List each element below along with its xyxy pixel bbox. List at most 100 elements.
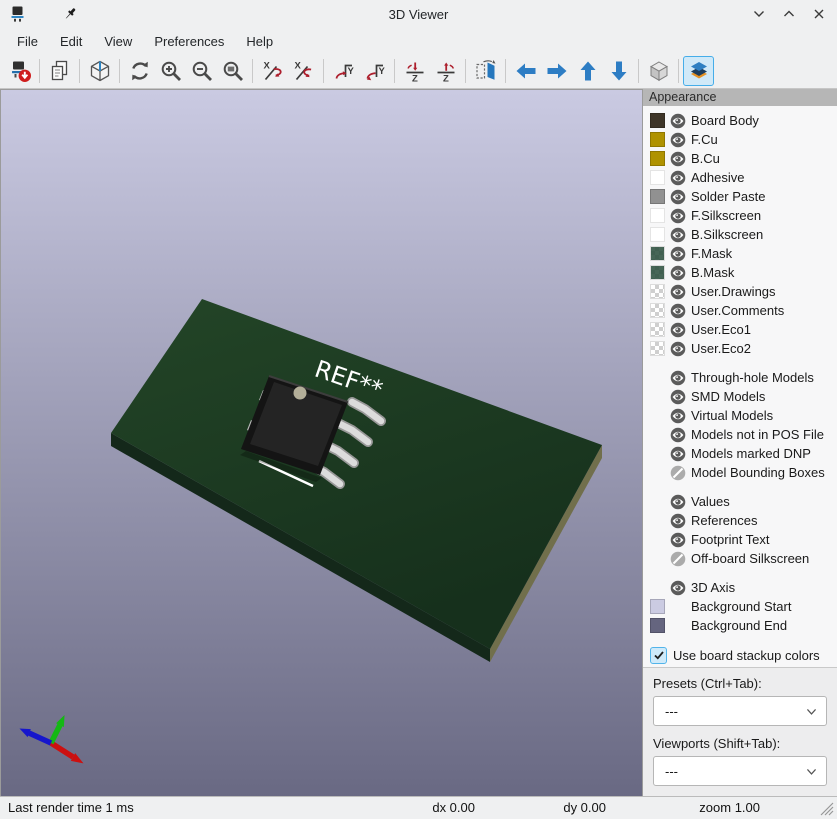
color-swatch[interactable] bbox=[650, 189, 665, 204]
color-swatch[interactable] bbox=[650, 170, 665, 185]
viewports-dropdown[interactable]: --- bbox=[653, 756, 827, 786]
menu-item-edit[interactable]: Edit bbox=[49, 30, 93, 53]
move-down-button[interactable] bbox=[603, 56, 634, 86]
eye-icon bbox=[670, 389, 686, 405]
color-swatch[interactable] bbox=[650, 246, 665, 261]
color-swatch[interactable] bbox=[650, 284, 665, 299]
row-label: Values bbox=[691, 494, 730, 509]
row-label: Models marked DNP bbox=[691, 446, 811, 461]
flip-board-button[interactable] bbox=[470, 56, 501, 86]
visibility-toggle[interactable] bbox=[670, 265, 686, 281]
zoom-in-button[interactable] bbox=[155, 56, 186, 86]
visibility-toggle-off[interactable] bbox=[670, 465, 686, 481]
maximize-button[interactable] bbox=[781, 6, 797, 22]
visibility-toggle[interactable] bbox=[670, 408, 686, 424]
zoom-out-button[interactable] bbox=[186, 56, 217, 86]
visibility-toggle[interactable] bbox=[670, 151, 686, 167]
appearance-row-b-mask: B.Mask bbox=[650, 263, 837, 282]
visibility-toggle[interactable] bbox=[670, 580, 686, 596]
row-label: F.Cu bbox=[691, 132, 718, 147]
visibility-toggle[interactable] bbox=[670, 446, 686, 462]
color-swatch[interactable] bbox=[650, 265, 665, 280]
visibility-toggle[interactable] bbox=[670, 189, 686, 205]
row-label: Board Body bbox=[691, 113, 759, 128]
visibility-toggle[interactable] bbox=[670, 322, 686, 338]
render-options-button[interactable] bbox=[84, 56, 115, 86]
visibility-toggle[interactable] bbox=[670, 494, 686, 510]
visibility-toggle[interactable] bbox=[670, 113, 686, 129]
rotate-z-ccw-button[interactable]: Z bbox=[430, 56, 461, 86]
appearance-row-models-not-in-pos-file: Models not in POS File bbox=[650, 425, 837, 444]
visibility-toggle[interactable] bbox=[670, 208, 686, 224]
zoom-fit-button[interactable] bbox=[217, 56, 248, 86]
eye-icon bbox=[670, 284, 686, 300]
close-button[interactable] bbox=[811, 6, 827, 22]
menu-item-preferences[interactable]: Preferences bbox=[143, 30, 235, 53]
appearance-section-layers: Board BodyF.CuB.CuAdhesiveSolder PasteF.… bbox=[650, 111, 837, 358]
color-swatch[interactable] bbox=[650, 303, 665, 318]
row-label: Virtual Models bbox=[691, 408, 773, 423]
toolbar-separator bbox=[465, 59, 466, 83]
color-swatch[interactable] bbox=[650, 208, 665, 223]
zoom-status: zoom 1.00 bbox=[660, 800, 760, 815]
color-swatch[interactable] bbox=[650, 341, 665, 356]
row-label: Model Bounding Boxes bbox=[691, 465, 825, 480]
color-swatch[interactable] bbox=[650, 322, 665, 337]
row-label: Footprint Text bbox=[691, 532, 770, 547]
visibility-toggle[interactable] bbox=[670, 170, 686, 186]
visibility-toggle[interactable] bbox=[670, 341, 686, 357]
visibility-toggle[interactable] bbox=[670, 370, 686, 386]
color-swatch[interactable] bbox=[650, 599, 665, 614]
rotate-z-cw-button[interactable]: Z bbox=[399, 56, 430, 86]
appearance-manager-button[interactable] bbox=[683, 56, 714, 86]
appearance-row-user-eco1: User.Eco1 bbox=[650, 320, 837, 339]
visibility-toggle[interactable] bbox=[670, 427, 686, 443]
zoom-fit-icon bbox=[221, 59, 245, 83]
menu-item-file[interactable]: File bbox=[6, 30, 49, 53]
appearance-row-values: Values bbox=[650, 492, 837, 511]
visibility-toggle[interactable] bbox=[670, 303, 686, 319]
color-swatch[interactable] bbox=[650, 151, 665, 166]
minimize-button[interactable] bbox=[751, 6, 767, 22]
eye-icon bbox=[670, 151, 686, 167]
visibility-toggle[interactable] bbox=[670, 532, 686, 548]
visibility-toggle-off[interactable] bbox=[670, 551, 686, 567]
viewports-label: Viewports (Shift+Tab): bbox=[653, 736, 827, 752]
pin1-marker bbox=[294, 387, 307, 400]
visibility-toggle[interactable] bbox=[670, 513, 686, 529]
color-swatch[interactable] bbox=[650, 113, 665, 128]
rotate-y-ccw-button[interactable]: Y bbox=[359, 56, 390, 86]
appearance-row-background-start: Background Start bbox=[650, 597, 837, 616]
visibility-toggle[interactable] bbox=[670, 246, 686, 262]
rotate-x-cw-button[interactable]: X bbox=[257, 56, 288, 86]
redraw-icon bbox=[128, 59, 152, 83]
move-up-button[interactable] bbox=[572, 56, 603, 86]
visibility-toggle[interactable] bbox=[670, 389, 686, 405]
svg-text:X: X bbox=[263, 61, 270, 72]
3d-scene[interactable]: REF** bbox=[1, 90, 642, 797]
menu-item-help[interactable]: Help bbox=[235, 30, 284, 53]
move-right-button[interactable] bbox=[541, 56, 572, 86]
menu-item-view[interactable]: View bbox=[93, 30, 143, 53]
color-swatch[interactable] bbox=[650, 618, 665, 633]
color-swatch[interactable] bbox=[650, 227, 665, 242]
move-left-button[interactable] bbox=[510, 56, 541, 86]
3d-viewport[interactable]: REF** bbox=[0, 89, 643, 796]
copy-image-button[interactable] bbox=[44, 56, 75, 86]
visibility-toggle[interactable] bbox=[670, 284, 686, 300]
resize-grip[interactable] bbox=[820, 802, 834, 816]
color-swatch[interactable] bbox=[650, 132, 665, 147]
rotate-x-ccw-button[interactable]: X bbox=[288, 56, 319, 86]
toolbar: XXYYZZ bbox=[0, 54, 837, 89]
rotate-y-cw-button[interactable]: Y bbox=[328, 56, 359, 86]
redraw-button[interactable] bbox=[124, 56, 155, 86]
appearance-row-references: References bbox=[650, 511, 837, 530]
visibility-toggle[interactable] bbox=[670, 132, 686, 148]
reload-board-button[interactable] bbox=[4, 56, 35, 86]
presets-dropdown[interactable]: --- bbox=[653, 696, 827, 726]
appearance-row-adhesive: Adhesive bbox=[650, 168, 837, 187]
visibility-toggle[interactable] bbox=[670, 227, 686, 243]
toolbar-separator bbox=[39, 59, 40, 83]
use-board-stackup-colors-checkbox[interactable] bbox=[650, 647, 667, 664]
orthographic-projection-button[interactable] bbox=[643, 56, 674, 86]
